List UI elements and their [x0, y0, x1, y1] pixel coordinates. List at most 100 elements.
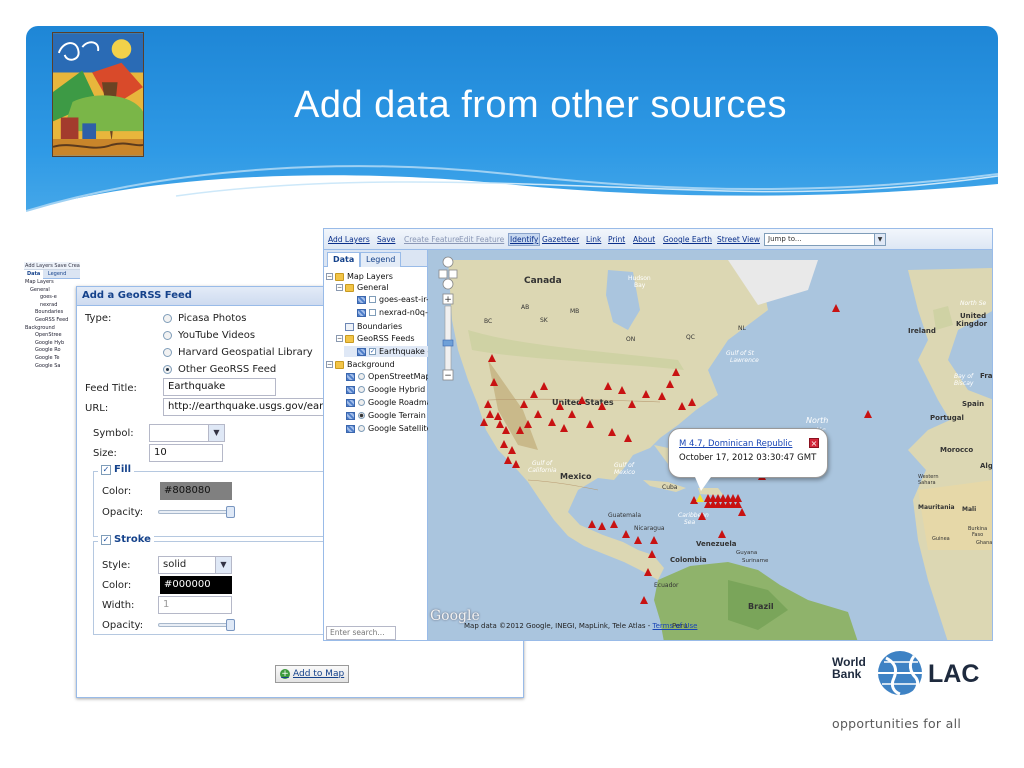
earthquake-marker[interactable]	[588, 520, 596, 528]
stroke-opacity-slider[interactable]	[158, 619, 235, 631]
earthquake-marker[interactable]	[640, 596, 648, 604]
tree-boundaries[interactable]: Boundaries	[345, 321, 402, 332]
base-layer-radio[interactable]	[358, 373, 365, 380]
tree-goes[interactable]: goes-east-ir-	[357, 294, 429, 305]
earthquake-marker[interactable]	[516, 426, 524, 434]
stroke-style-select[interactable]: solid ▼	[158, 556, 232, 574]
layer-checkbox[interactable]	[369, 296, 376, 303]
tree-map-layers[interactable]: − Map Layers	[326, 271, 393, 282]
chevron-down-icon[interactable]: ▼	[874, 234, 885, 245]
base-layer-radio[interactable]	[358, 399, 365, 406]
fill-checkbox[interactable]: ✓	[101, 464, 111, 475]
earthquake-marker[interactable]	[540, 382, 548, 390]
earthquake-marker[interactable]	[642, 390, 650, 398]
earthquake-marker[interactable]	[644, 568, 652, 576]
symbol-select[interactable]: ▼	[149, 424, 225, 442]
close-icon[interactable]: ×	[809, 438, 819, 448]
base-layer-radio[interactable]	[358, 425, 365, 432]
earthquake-marker[interactable]	[604, 382, 612, 390]
google-earth-button[interactable]: Google Earth	[663, 235, 712, 244]
collapse-icon[interactable]: −	[326, 273, 333, 280]
earthquake-marker[interactable]	[650, 536, 658, 544]
add-layers-button[interactable]: Add Layers	[328, 235, 370, 244]
base-layer-radio[interactable]	[358, 386, 365, 393]
type-option-other-georss[interactable]: Other GeoRSS Feed	[163, 364, 276, 375]
layer-checkbox[interactable]: ✓	[369, 348, 376, 355]
map-canvas[interactable]: + − Canada Hudson Bay AB SK MB BC ON QC …	[428, 250, 992, 640]
earthquake-marker[interactable]	[634, 536, 642, 544]
tree-terrain[interactable]: Google Terrain	[346, 410, 426, 421]
tree-background[interactable]: − Background	[326, 359, 395, 370]
collapse-icon[interactable]: −	[336, 335, 343, 342]
earthquake-marker[interactable]	[524, 420, 532, 428]
earthquake-marker[interactable]	[618, 386, 626, 394]
earthquake-marker[interactable]	[530, 390, 538, 398]
earthquake-marker[interactable]	[494, 412, 502, 420]
earthquake-marker[interactable]	[520, 400, 528, 408]
add-to-map-button[interactable]: + Add to Map	[275, 665, 350, 683]
earthquake-marker[interactable]	[548, 418, 556, 426]
radio-youtube[interactable]	[163, 331, 172, 340]
earthquake-marker[interactable]	[608, 428, 616, 436]
earthquake-marker[interactable]	[734, 500, 742, 508]
radio-harvard[interactable]	[163, 348, 172, 357]
radio-picasa[interactable]	[163, 314, 172, 323]
earthquake-marker[interactable]	[508, 446, 516, 454]
earthquake-marker[interactable]	[504, 456, 512, 464]
earthquake-marker[interactable]	[718, 530, 726, 538]
earthquake-marker[interactable]	[598, 402, 606, 410]
tree-nexrad[interactable]: nexrad-n0q-9	[357, 307, 433, 318]
fill-opacity-slider[interactable]	[158, 506, 235, 518]
slider-handle[interactable]	[226, 506, 235, 518]
stroke-legend[interactable]: ✓ Stroke	[98, 534, 154, 545]
earthquake-marker[interactable]	[648, 550, 656, 558]
earthquake-marker[interactable]	[486, 410, 494, 418]
earthquake-marker[interactable]	[864, 410, 872, 418]
fill-legend[interactable]: ✓ Fill	[98, 464, 135, 475]
base-layer-radio[interactable]	[358, 412, 365, 419]
earthquake-marker[interactable]	[738, 508, 746, 516]
earthquake-marker[interactable]	[598, 522, 606, 530]
earthquake-marker[interactable]	[512, 460, 520, 468]
layer-search-input[interactable]: Enter search...	[326, 626, 396, 640]
slider-handle[interactable]	[226, 619, 235, 631]
earthquake-marker[interactable]	[666, 380, 674, 388]
earthquake-marker[interactable]	[698, 512, 706, 520]
zoom-control[interactable]: + −	[438, 254, 462, 384]
earthquake-marker[interactable]	[658, 392, 666, 400]
earthquake-marker[interactable]	[534, 410, 542, 418]
earthquake-marker[interactable]	[578, 396, 586, 404]
type-option-youtube[interactable]: YouTube Videos	[163, 330, 255, 341]
earthquake-marker[interactable]	[480, 418, 488, 426]
earthquake-marker[interactable]	[568, 410, 576, 418]
tree-osm[interactable]: OpenStreetMap	[346, 371, 431, 382]
identify-button[interactable]: Identify	[508, 233, 541, 246]
fill-color-swatch[interactable]: #808080	[160, 482, 232, 500]
radio-other-georss[interactable]	[163, 365, 172, 374]
street-view-button[interactable]: Street View	[717, 235, 760, 244]
chevron-down-icon[interactable]: ▼	[215, 557, 231, 573]
earthquake-marker[interactable]	[610, 520, 618, 528]
type-option-harvard[interactable]: Harvard Geospatial Library	[163, 347, 313, 358]
print-button[interactable]: Print	[608, 235, 625, 244]
earthquake-marker[interactable]	[628, 400, 636, 408]
save-button[interactable]: Save	[377, 235, 395, 244]
tree-earthquake[interactable]: ✓ Earthquake -	[344, 346, 437, 357]
earthquake-marker[interactable]	[488, 354, 496, 362]
earthquake-marker[interactable]	[672, 368, 680, 376]
gazetteer-button[interactable]: Gazetteer	[542, 235, 579, 244]
selected-earthquake-marker[interactable]	[696, 494, 704, 502]
earthquake-marker[interactable]	[502, 426, 510, 434]
collapse-icon[interactable]: −	[336, 284, 343, 291]
stroke-checkbox[interactable]: ✓	[101, 534, 111, 545]
link-button[interactable]: Link	[586, 235, 601, 244]
tab-data[interactable]: Data	[327, 252, 361, 267]
earthquake-marker[interactable]	[490, 378, 498, 386]
earthquake-marker[interactable]	[832, 304, 840, 312]
tree-general[interactable]: − General	[336, 282, 389, 293]
tree-hybrid[interactable]: Google Hybrid	[346, 384, 425, 395]
tab-legend[interactable]: Legend	[360, 252, 402, 267]
tree-roadmap[interactable]: Google Roadmap	[346, 397, 437, 408]
tree-georss[interactable]: − GeoRSS Feeds	[336, 333, 415, 344]
earthquake-marker[interactable]	[586, 420, 594, 428]
